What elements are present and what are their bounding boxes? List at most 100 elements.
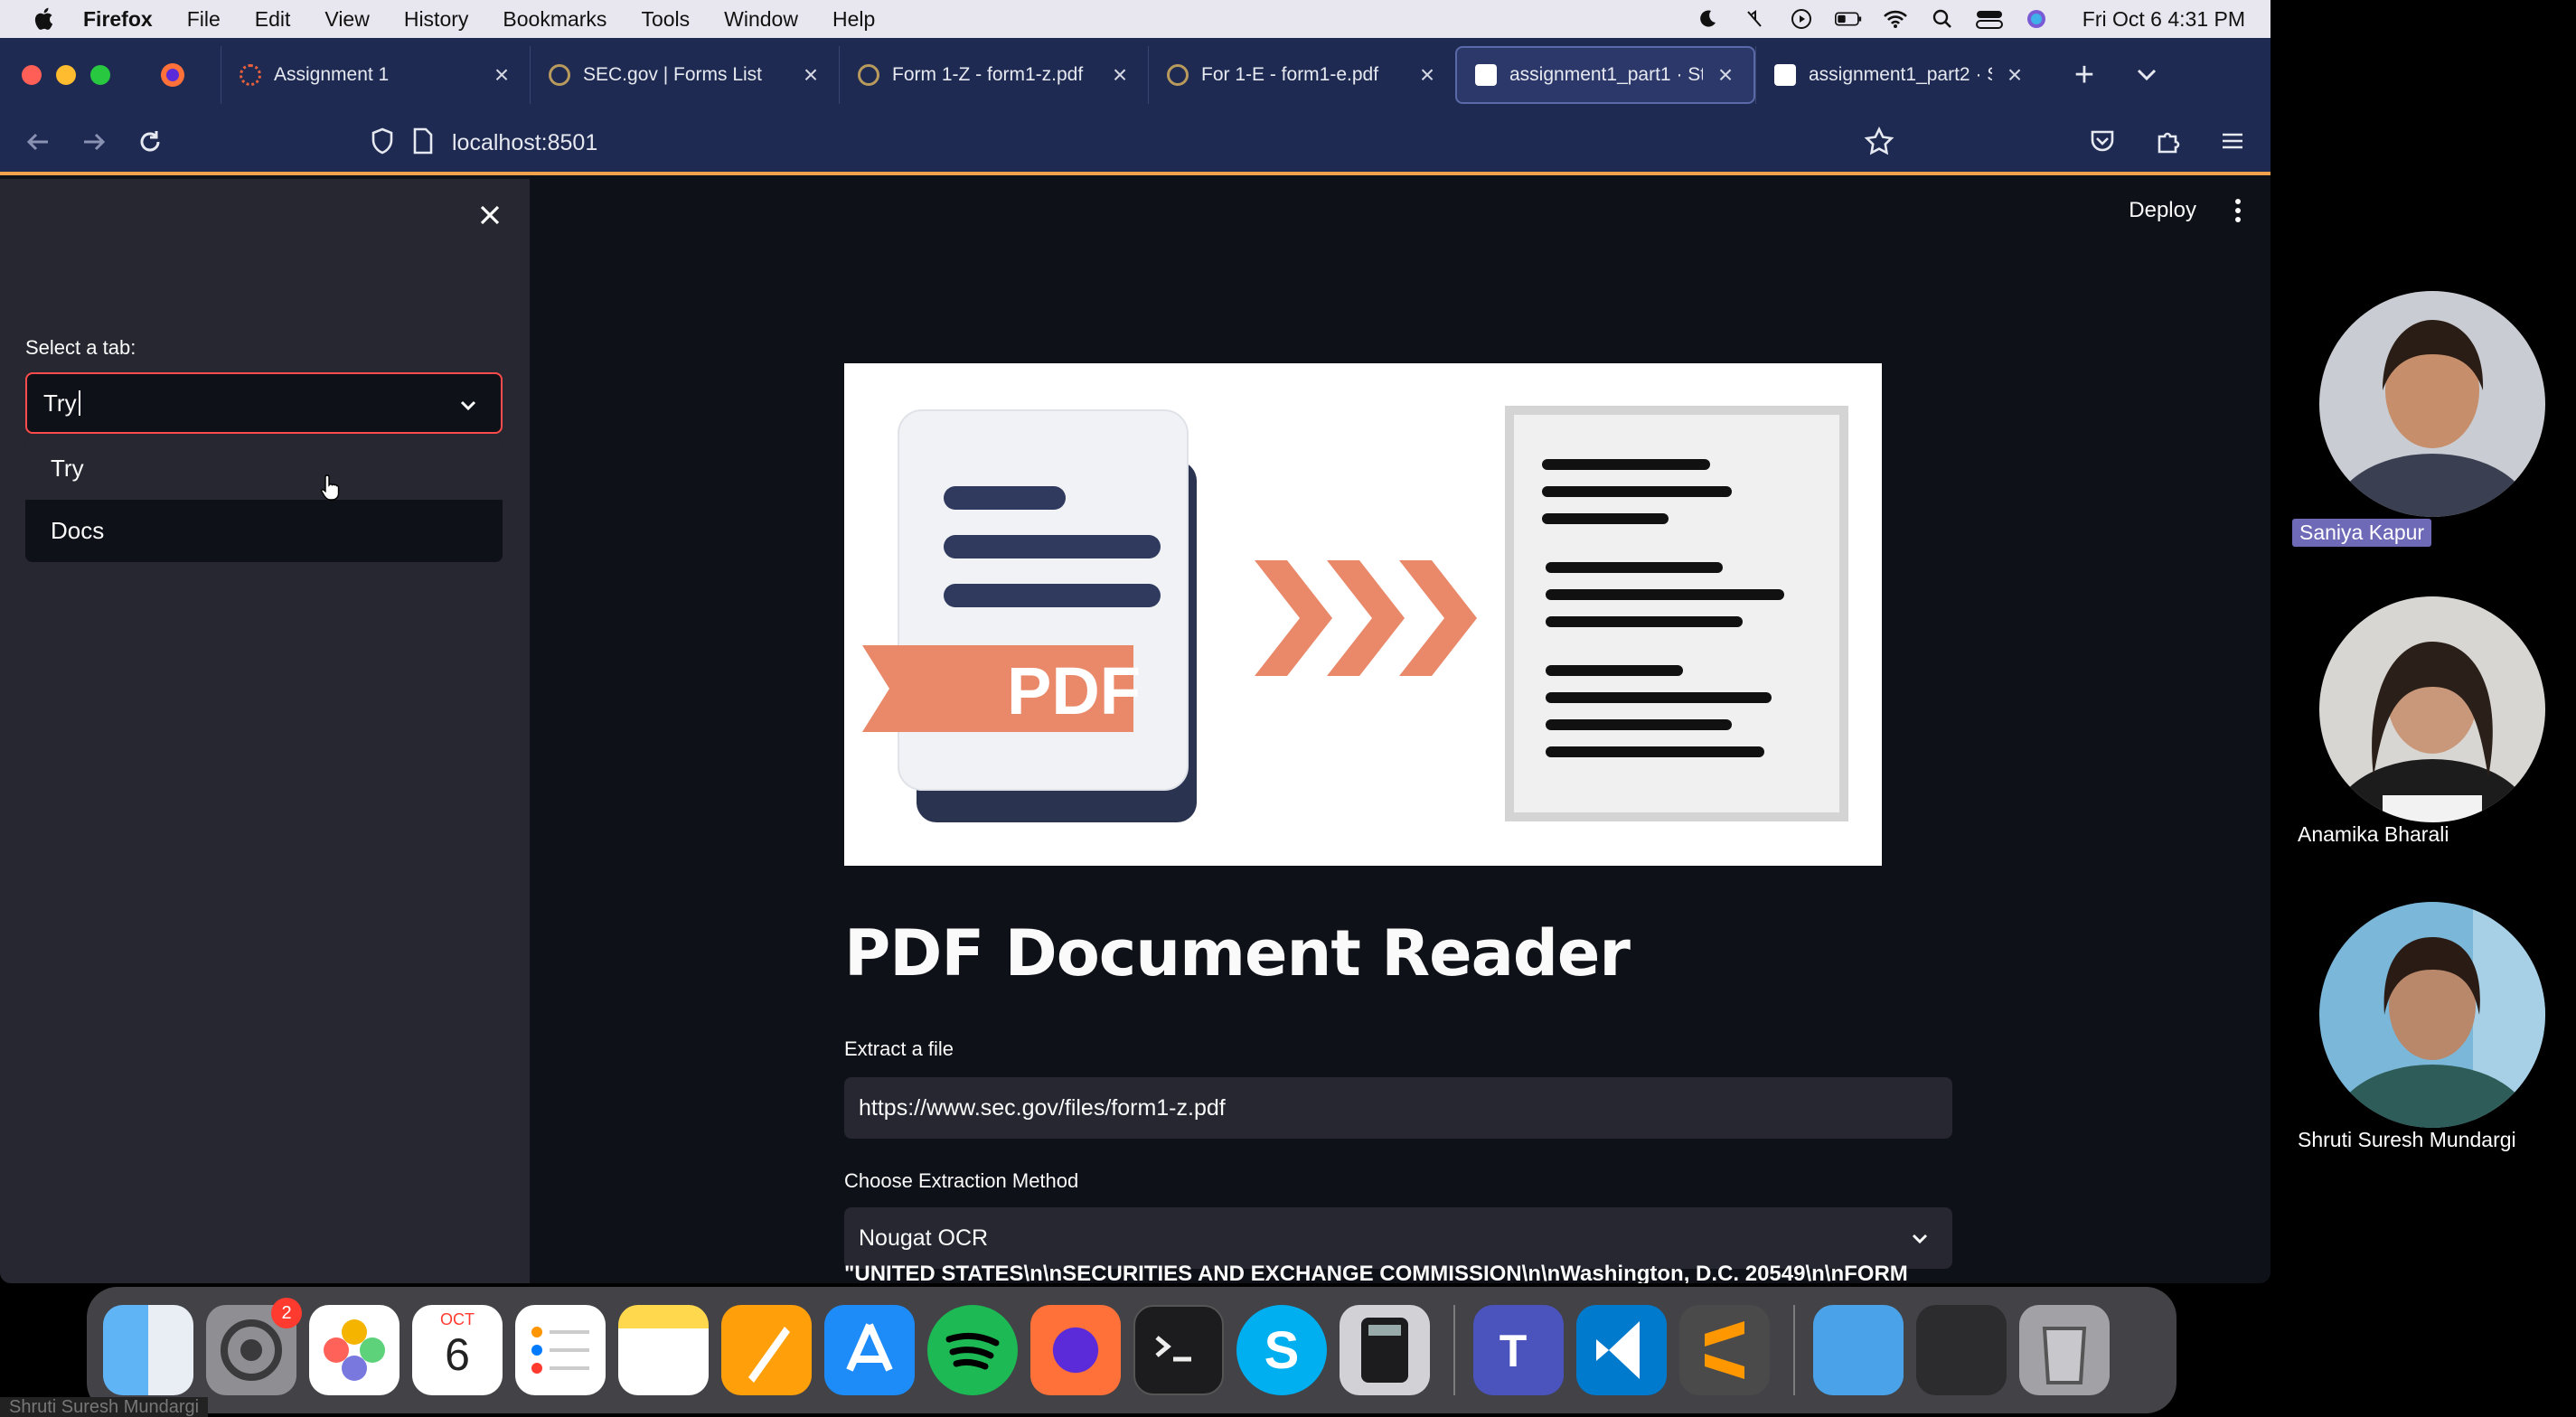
control-center-icon[interactable] xyxy=(1975,7,2003,31)
menu-app-name[interactable]: Firefox xyxy=(83,7,153,32)
tab-label: For 1-E - form1-e.pdf xyxy=(1201,64,1379,85)
firefox-icon[interactable] xyxy=(1030,1305,1121,1395)
menu-help[interactable]: Help xyxy=(832,7,875,32)
deploy-button[interactable]: Deploy xyxy=(2129,198,2196,223)
dock-separator xyxy=(1793,1305,1795,1395)
folder-icon[interactable] xyxy=(1813,1305,1904,1395)
tab-form-1z[interactable]: Form 1-Z - form1-z.pdf × xyxy=(839,46,1148,104)
photos-icon[interactable] xyxy=(309,1305,400,1395)
participant-avatar xyxy=(2319,902,2545,1128)
tab-assignment-1[interactable]: Assignment 1 × xyxy=(221,46,530,104)
text-caret xyxy=(78,390,80,416)
system-settings-icon[interactable]: 2 xyxy=(206,1298,302,1395)
tab-label: Form 1-Z - form1-z.pdf xyxy=(892,64,1084,85)
reminders-icon[interactable] xyxy=(515,1305,606,1395)
vscode-icon[interactable] xyxy=(1576,1305,1667,1395)
url-text[interactable]: localhost:8501 xyxy=(452,130,597,156)
notes-icon[interactable] xyxy=(618,1305,709,1395)
close-window-button[interactable] xyxy=(22,65,42,85)
play-icon[interactable] xyxy=(1788,7,1815,31)
tab-sec-forms-list[interactable]: SEC.gov | Forms List × xyxy=(530,46,839,104)
option-docs[interactable]: Docs xyxy=(25,500,503,562)
tab-select-input[interactable]: Try xyxy=(25,372,503,434)
tab-assignment1-part1[interactable]: assignment1_part1 · Strea × xyxy=(1455,46,1755,104)
chevron-down-icon[interactable] xyxy=(2133,61,2160,89)
close-tab-icon[interactable]: × xyxy=(2005,61,2025,89)
apple-icon[interactable] xyxy=(27,6,63,32)
streamlit-app: Select a tab: Try Try Docs Deploy PDF PD… xyxy=(0,179,2270,1283)
main-content: PDF PDF Document Reader Extract a file h… xyxy=(844,179,1956,1283)
tab-assignment1-part2[interactable]: assignment1_part2 · Strea × xyxy=(1755,46,2043,104)
participant-name: Anamika Bharali xyxy=(2298,822,2449,846)
participant-name: Saniya Kapur xyxy=(2292,519,2432,547)
calendar-icon[interactable]: OCT 6 xyxy=(412,1305,503,1395)
clock[interactable]: Fri Oct 6 4:31 PM xyxy=(2082,7,2245,32)
chevron-down-icon[interactable] xyxy=(456,392,481,418)
menu-window[interactable]: Window xyxy=(724,7,798,32)
finder-icon[interactable] xyxy=(103,1305,193,1395)
hand-pointer-icon xyxy=(320,474,342,501)
svg-text:T: T xyxy=(1500,1326,1528,1376)
skype-icon[interactable]: S xyxy=(1236,1305,1327,1395)
more-options-icon[interactable] xyxy=(2233,197,2243,224)
close-tab-icon[interactable]: × xyxy=(801,61,821,89)
minimize-window-button[interactable] xyxy=(56,65,76,85)
close-tab-icon[interactable]: × xyxy=(492,61,512,89)
chevron-down-icon[interactable] xyxy=(1907,1225,1932,1251)
menu-bookmarks[interactable]: Bookmarks xyxy=(503,7,606,32)
close-tab-icon[interactable]: × xyxy=(1110,61,1130,89)
firefox-view-icon[interactable] xyxy=(159,61,186,89)
tab-bar: Assignment 1 × SEC.gov | Forms List × Fo… xyxy=(0,38,2270,112)
browser-window: Assignment 1 × SEC.gov | Forms List × Fo… xyxy=(0,38,2270,1283)
tab-label: Assignment 1 xyxy=(274,64,390,85)
menu-tools[interactable]: Tools xyxy=(641,7,690,32)
back-arrow-icon[interactable] xyxy=(20,124,56,160)
search-icon[interactable] xyxy=(1929,7,1956,31)
close-tab-icon[interactable]: × xyxy=(1417,61,1437,89)
menu-view[interactable]: View xyxy=(324,7,369,32)
sidebar: Select a tab: Try Try Docs xyxy=(0,179,530,1283)
tab-select-dropdown: Try Docs xyxy=(25,437,503,562)
sublime-text-icon[interactable] xyxy=(1679,1305,1770,1395)
svg-text:S: S xyxy=(1264,1321,1300,1380)
page-icon[interactable] xyxy=(412,127,434,159)
shield-icon[interactable] xyxy=(371,127,394,159)
pocket-icon[interactable] xyxy=(2086,125,2119,157)
battery-icon[interactable] xyxy=(1834,7,1862,31)
hamburger-menu-icon[interactable] xyxy=(2216,125,2249,157)
new-tab-icon[interactable]: + xyxy=(2066,56,2102,95)
app-toolbar: Deploy xyxy=(2129,197,2243,224)
bookmark-star-icon[interactable] xyxy=(1864,127,1896,159)
close-sidebar-icon[interactable] xyxy=(474,199,506,231)
extracted-text-output: "UNITED STATES\n\nSECURITIES AND EXCHANG… xyxy=(844,1262,1908,1283)
tab-favicon-icon xyxy=(549,64,570,86)
menu-file[interactable]: File xyxy=(187,7,221,32)
screenshot-preview-icon[interactable] xyxy=(1916,1305,2007,1395)
terminal-icon[interactable] xyxy=(1133,1305,1224,1395)
option-try[interactable]: Try xyxy=(25,437,503,500)
address-bar[interactable]: localhost:8501 xyxy=(371,121,1916,164)
notification-badge: 2 xyxy=(271,1298,302,1328)
forward-arrow-icon[interactable] xyxy=(76,124,112,160)
reload-icon[interactable] xyxy=(132,124,168,160)
toolbar-right xyxy=(2086,125,2249,157)
extract-url-input[interactable]: https://www.sec.gov/files/form1-z.pdf xyxy=(844,1077,1952,1139)
siri-icon[interactable] xyxy=(2023,7,2050,31)
menu-edit[interactable]: Edit xyxy=(255,7,291,32)
zoom-window-button[interactable] xyxy=(90,65,110,85)
app-store-icon[interactable] xyxy=(824,1305,915,1395)
spotify-icon[interactable] xyxy=(927,1305,1018,1395)
calculator-icon[interactable] xyxy=(1340,1305,1430,1395)
extraction-method-select[interactable]: Nougat OCR xyxy=(844,1207,1952,1269)
mute-icon[interactable] xyxy=(1741,7,1768,31)
pages-icon[interactable] xyxy=(721,1305,812,1395)
extensions-puzzle-icon[interactable] xyxy=(2151,125,2184,157)
tab-form-1e[interactable]: For 1-E - form1-e.pdf × xyxy=(1148,46,1455,104)
trash-icon[interactable] xyxy=(2019,1305,2110,1395)
wifi-icon[interactable] xyxy=(1882,7,1909,31)
menu-history[interactable]: History xyxy=(404,7,469,32)
close-tab-icon[interactable]: × xyxy=(1716,61,1735,89)
tab-favicon-icon xyxy=(240,64,261,86)
teams-icon[interactable]: T xyxy=(1473,1305,1564,1395)
moon-icon[interactable] xyxy=(1694,7,1721,31)
